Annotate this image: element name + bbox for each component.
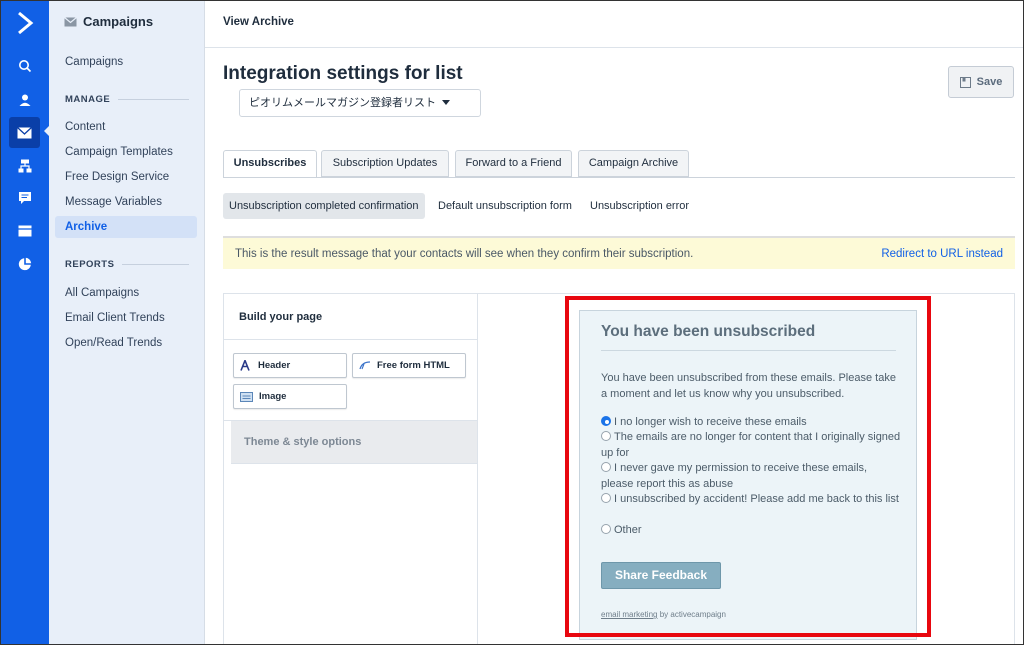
sidebar-header: Campaigns [64, 14, 153, 29]
sidebar-section-manage: MANAGE [65, 94, 189, 105]
tab-subscription-updates[interactable]: Subscription Updates [321, 150, 449, 177]
save-icon [959, 76, 971, 88]
sidebar-item-all-campaigns[interactable]: All Campaigns [55, 282, 197, 304]
contacts-icon[interactable] [9, 84, 40, 115]
sidebar-item-archive[interactable]: Archive [55, 216, 197, 238]
top-bar: View Archive [205, 0, 1024, 48]
icon-rail [0, 0, 49, 645]
sidebar-item-campaign-templates[interactable]: Campaign Templates [55, 141, 197, 163]
tab-unsubscribes[interactable]: Unsubscribes [223, 150, 317, 178]
redirect-to-url-link[interactable]: Redirect to URL instead [881, 238, 1003, 271]
subtab-unsubscription-error[interactable]: Unsubscription error [584, 193, 695, 219]
reports-icon[interactable] [9, 248, 40, 279]
image-block[interactable]: Image [233, 384, 347, 409]
info-notice: This is the result message that your con… [223, 236, 1015, 269]
conversations-icon[interactable] [9, 182, 40, 213]
subtab-default-unsubscription-form[interactable]: Default unsubscription form [432, 193, 578, 219]
sidebar-title: Campaigns [83, 14, 154, 29]
image-icon [240, 391, 253, 402]
list-select[interactable]: ピオリムメールマガジン登録者リスト [239, 89, 481, 117]
sidebar-section-reports: REPORTS [65, 259, 189, 270]
sidebar-item-content[interactable]: Content [55, 116, 197, 138]
list-select-value: ピオリムメールマガジン登録者リスト [249, 97, 436, 109]
notice-text: This is the result message that your con… [235, 248, 694, 260]
free-form-html-block[interactable]: Free form HTML [352, 353, 466, 378]
sidebar: Campaigns Campaigns MANAGE Content Campa… [49, 0, 205, 645]
header-icon [240, 360, 250, 371]
sidebar-item-open-read-trends[interactable]: Open/Read Trends [55, 332, 197, 354]
chevron-down-icon [442, 100, 450, 105]
html-icon [359, 361, 371, 370]
highlight-box [565, 296, 931, 637]
logo-icon[interactable] [12, 8, 38, 38]
save-button[interactable]: Save [948, 66, 1014, 98]
subtab-unsubscription-completed-confirmation[interactable]: Unsubscription completed confirmation [223, 193, 425, 219]
breadcrumb[interactable]: View Archive [223, 16, 294, 28]
page-title: Integration settings for list [223, 63, 463, 84]
build-your-page-title: Build your page [239, 311, 323, 323]
sidebar-item-campaigns[interactable]: Campaigns [55, 51, 197, 73]
tab-campaign-archive[interactable]: Campaign Archive [578, 150, 689, 177]
theme-style-options[interactable]: Theme & style options [231, 421, 478, 464]
mail-icon [64, 16, 77, 26]
sidebar-item-email-client-trends[interactable]: Email Client Trends [55, 307, 197, 329]
site-icon[interactable] [9, 215, 40, 246]
save-label: Save [976, 76, 1003, 88]
sidebar-item-free-design-service[interactable]: Free Design Service [55, 166, 197, 188]
automations-icon[interactable] [9, 150, 40, 181]
tab-forward-to-a-friend[interactable]: Forward to a Friend [455, 150, 572, 177]
sidebar-item-message-variables[interactable]: Message Variables [55, 191, 197, 213]
campaigns-icon[interactable] [9, 117, 40, 148]
header-block[interactable]: Header [233, 353, 347, 378]
search-icon[interactable] [9, 50, 40, 81]
